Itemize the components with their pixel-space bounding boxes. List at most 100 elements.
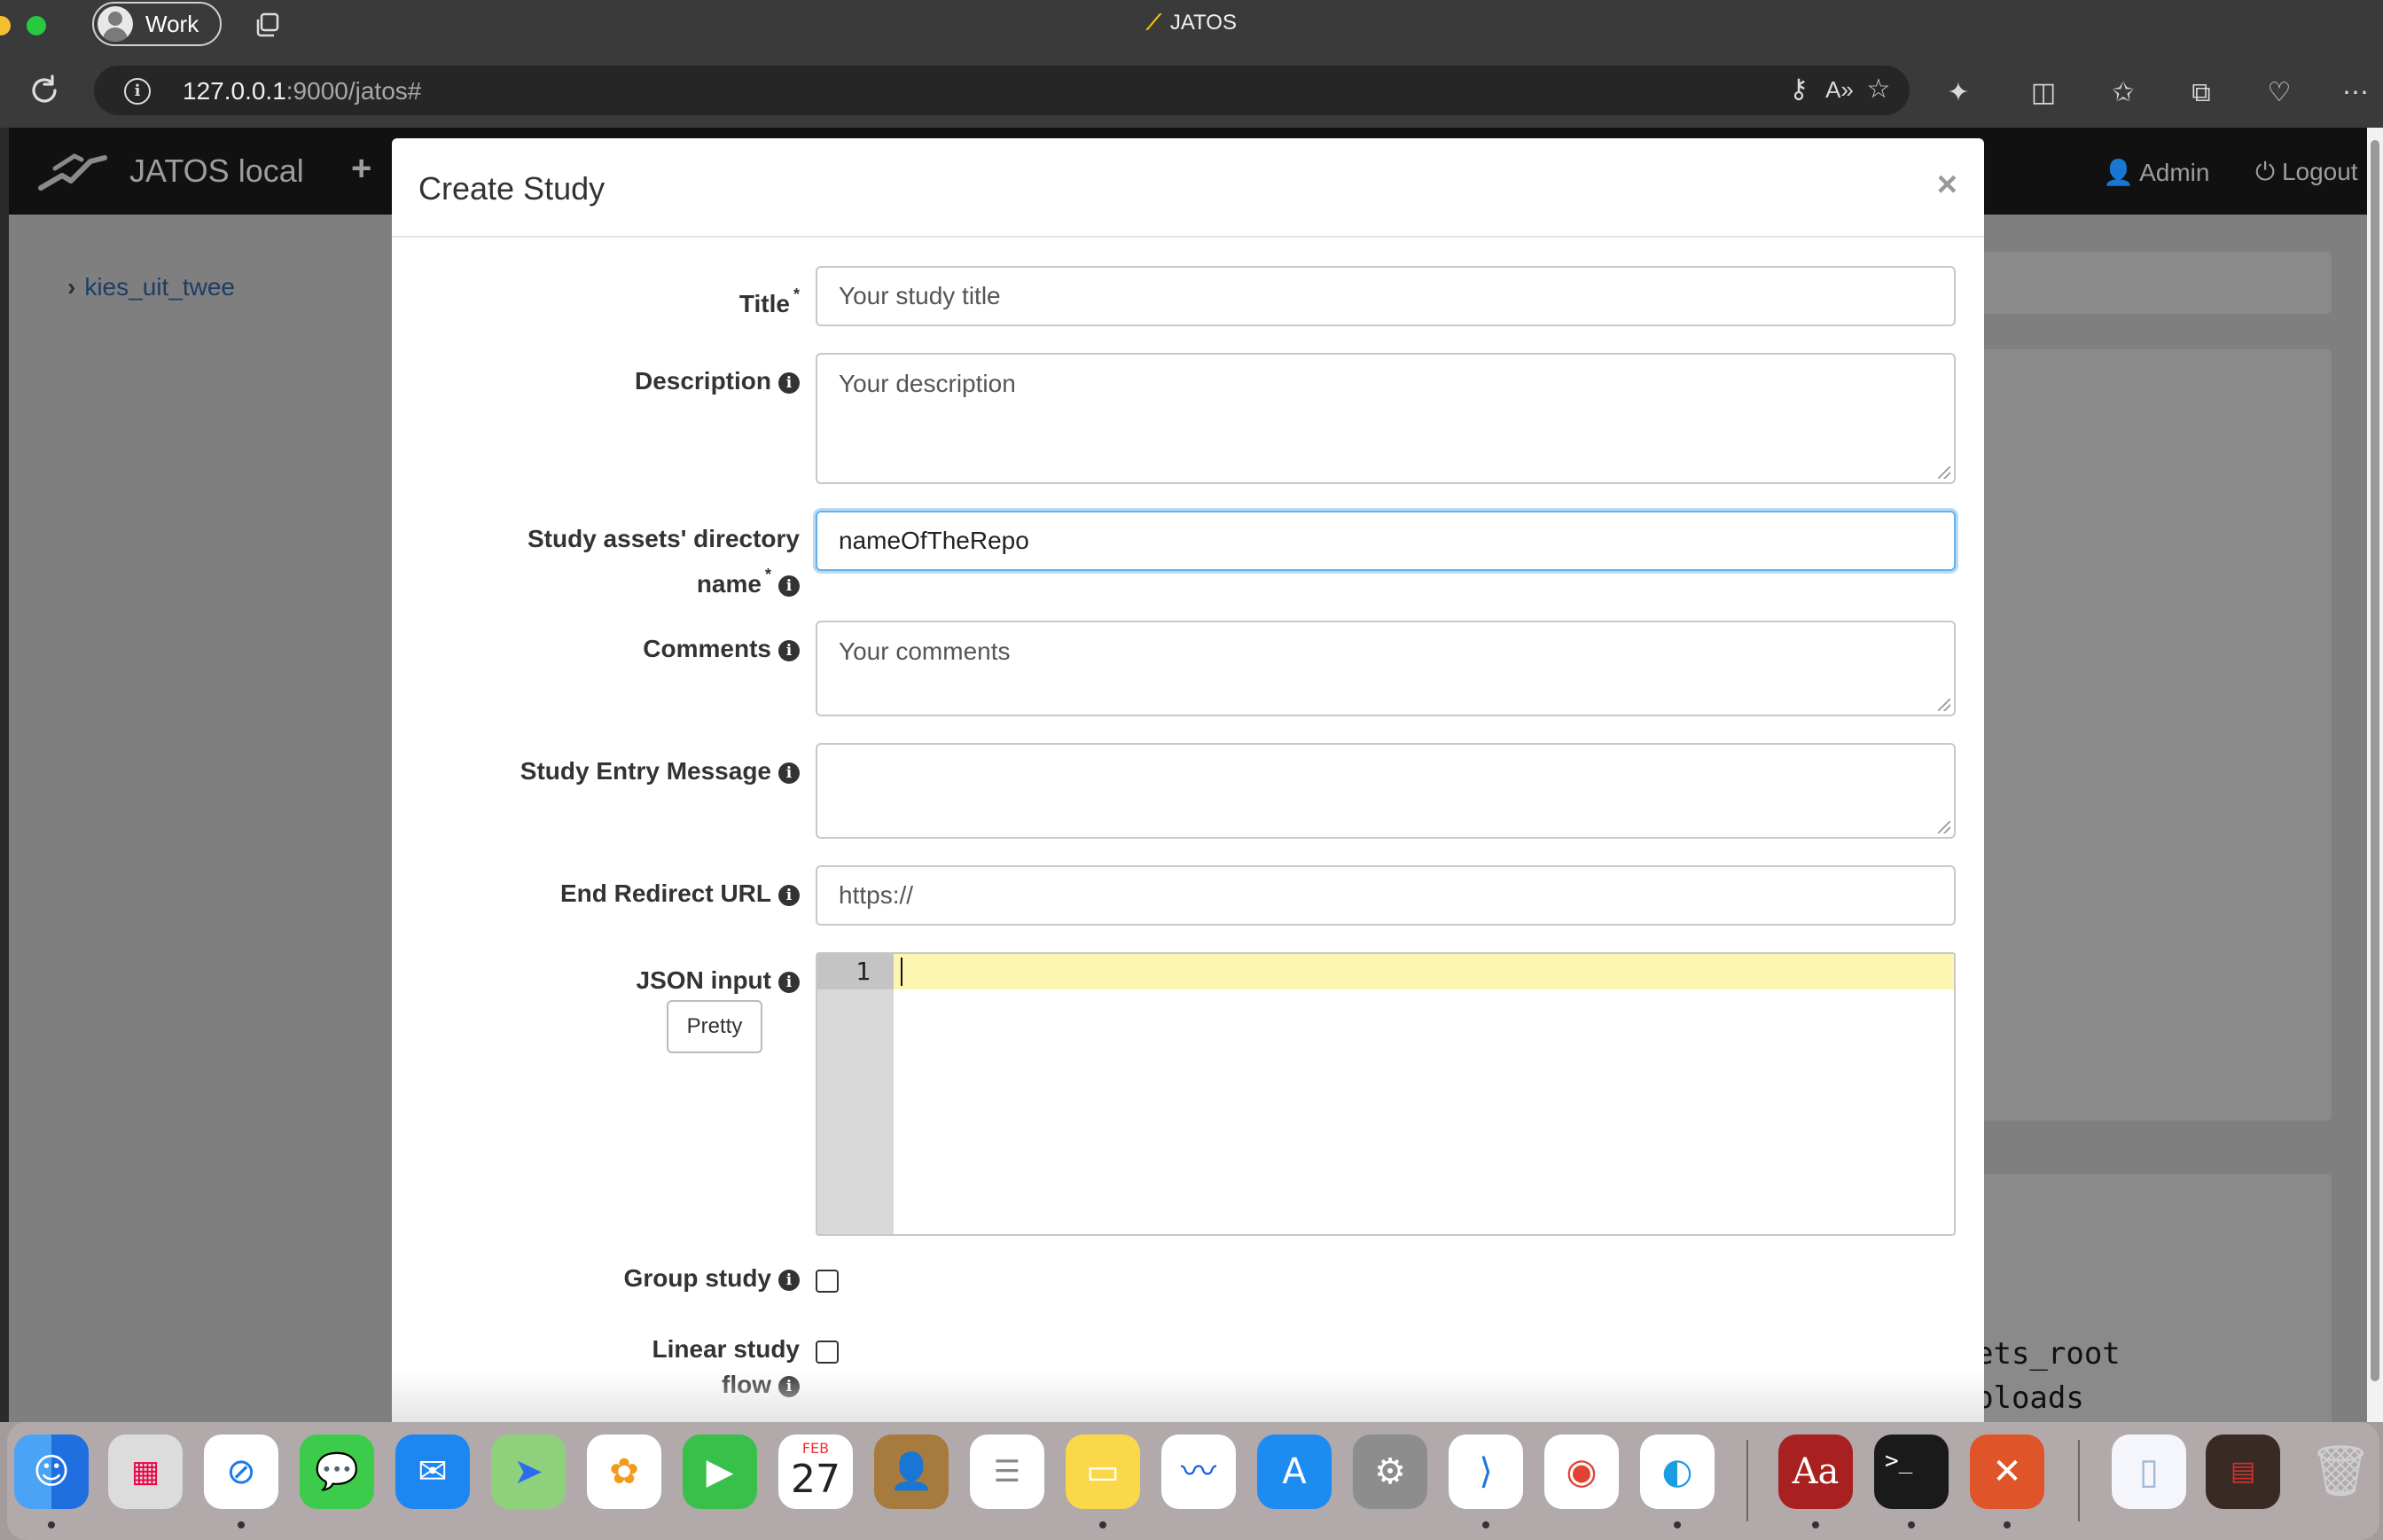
site-info-icon[interactable]: i [124,78,151,105]
modal-title: Create Study [418,170,606,207]
background-panel [1977,349,2332,1121]
comments-label: Comments i [643,631,800,667]
split-screen-icon[interactable]: ◫ [2027,76,2060,110]
facetime-icon[interactable]: ▶ [683,1434,757,1509]
close-icon[interactable]: × [1937,165,1957,205]
document-stack-icon[interactable]: ▯ [2112,1434,2186,1509]
read-aloud-icon[interactable]: A» [1823,73,1856,106]
favorites-icon[interactable]: ✩ [2106,76,2140,110]
terminal-icon[interactable]: >_ [1874,1434,1949,1509]
messages-icon[interactable]: 💬 [300,1434,374,1509]
linear-flow-label-line1: Linear study [652,1335,800,1363]
end-redirect-label-text: End Redirect URL [559,879,771,907]
more-menu-icon[interactable]: ⋯ [2339,76,2372,110]
new-study-menu-button[interactable]: + [351,149,371,189]
running-indicator [2004,1521,2011,1528]
title-input[interactable]: Your study title [816,266,1956,326]
pretty-button[interactable]: Pretty [667,1000,762,1053]
chrome-icon[interactable]: ◉ [1544,1434,1619,1509]
info-icon[interactable]: i [778,372,800,394]
calendar-month: FEB [801,1440,830,1457]
navbar-brand[interactable]: JATOS local [129,152,304,190]
logout-label: Logout [2281,158,2358,185]
info-icon[interactable]: i [778,640,800,661]
group-study-label-text: Group study [623,1264,771,1292]
logout-link[interactable]: ⏻ Logout [2255,158,2358,187]
dock-shelf: ☺ ▦ ⊘ 💬 ✉ ➤ ✿ ▶ FEB 27 👤 ☰ ▭ 〰 A ⚙ ⟩ ◉ ◐… [7,1422,2379,1540]
vscode-icon[interactable]: ⟩ [1449,1434,1523,1509]
running-indicator [238,1521,245,1528]
entry-message-label: Study Entry Message i [520,754,800,789]
finder-icon[interactable]: ☺ [14,1434,89,1509]
description-placeholder: Your description [839,370,1016,397]
running-indicator [1812,1521,1819,1528]
linear-flow-checkbox[interactable] [816,1341,839,1364]
json-editor[interactable]: 1 [816,952,1956,1236]
required-asterisk: * [793,285,800,303]
description-label: Description i [635,364,800,399]
browser-essentials-icon[interactable]: ♡ [2262,76,2296,110]
trash-icon[interactable]: 🗑 [2303,1434,2378,1509]
notes-icon[interactable]: ▭ [1066,1434,1140,1509]
description-label-text: Description [634,367,771,395]
running-indicator [1099,1521,1106,1528]
freeform-icon[interactable]: 〰 [1161,1434,1236,1509]
info-icon[interactable]: i [778,575,800,597]
modal-header: Create Study × [392,138,1984,238]
info-icon[interactable]: i [778,972,800,993]
create-study-modal: Create Study × Title * Your study title D… [392,138,1984,1424]
admin-link[interactable]: 👤 Admin [2103,158,2209,187]
resize-grip-icon[interactable] [1938,821,1950,833]
dock-separator [2078,1440,2080,1521]
address-bar[interactable]: i 127.0.0.1:9000/jatos# ⚷ A» ☆ [94,66,1910,115]
editor-line-number: 1 [817,954,894,989]
favorite-star-icon[interactable]: ☆ [1862,73,1895,106]
password-key-icon[interactable]: ⚷ [1782,73,1816,106]
description-textarea[interactable]: Your description [816,353,1956,484]
maps-icon[interactable]: ➤ [491,1434,566,1509]
resize-grip-icon[interactable] [1938,699,1950,711]
comments-placeholder: Your comments [839,637,1011,665]
dictionary-icon[interactable]: Aa [1778,1434,1853,1509]
jatos-favicon-icon: ⟋ [1146,11,1161,35]
chevron-right-icon: › [67,273,76,301]
end-redirect-value: https:// [839,881,914,909]
safari-icon[interactable]: ⊘ [204,1434,278,1509]
system-settings-icon[interactable]: ⚙ [1353,1434,1427,1509]
editor-caret [901,958,902,986]
reload-icon[interactable] [27,73,62,108]
resize-grip-icon[interactable] [1938,466,1950,479]
jatos-logo-icon [38,153,107,191]
app-store-icon[interactable]: A [1257,1434,1332,1509]
required-asterisk: * [764,566,771,583]
edge-icon[interactable]: ◐ [1640,1434,1715,1509]
end-redirect-label: End Redirect URL i [560,876,800,911]
remote-desktop-icon[interactable]: ✕ [1970,1434,2044,1509]
comments-textarea[interactable]: Your comments [816,621,1956,716]
sidebar-item-study[interactable]: › kies_uit_twee [67,273,235,301]
entry-message-textarea[interactable] [816,743,1956,839]
info-icon[interactable]: i [778,762,800,784]
running-indicator [1674,1521,1681,1528]
scrollbar-thumb[interactable] [2371,140,2379,1381]
extensions-icon[interactable]: ✦ [1942,76,1975,110]
mail-icon[interactable]: ✉ [395,1434,470,1509]
group-study-checkbox[interactable] [816,1270,839,1293]
end-redirect-input[interactable]: https:// [816,865,1956,926]
reminders-icon[interactable]: ☰ [970,1434,1044,1509]
contacts-icon[interactable]: 👤 [874,1434,949,1509]
info-icon[interactable]: i [778,1270,800,1291]
url-text[interactable]: 127.0.0.1:9000/jatos# [183,77,421,106]
info-icon[interactable]: i [778,885,800,906]
title-label-text: Title [738,290,790,317]
downloads-stack-icon[interactable]: ▤ [2206,1434,2280,1509]
photos-icon[interactable]: ✿ [587,1434,661,1509]
page-scrollbar[interactable] [2367,128,2383,1422]
entry-message-label-text: Study Entry Message [520,757,771,785]
launchpad-icon[interactable]: ▦ [108,1434,183,1509]
collections-icon[interactable]: ⧉ [2184,76,2218,110]
assets-dir-label-line2: name [696,570,762,598]
comments-label-text: Comments [643,635,771,662]
calendar-icon[interactable]: FEB 27 [778,1434,853,1509]
assets-dir-input[interactable]: nameOfTheRepo [816,511,1956,571]
